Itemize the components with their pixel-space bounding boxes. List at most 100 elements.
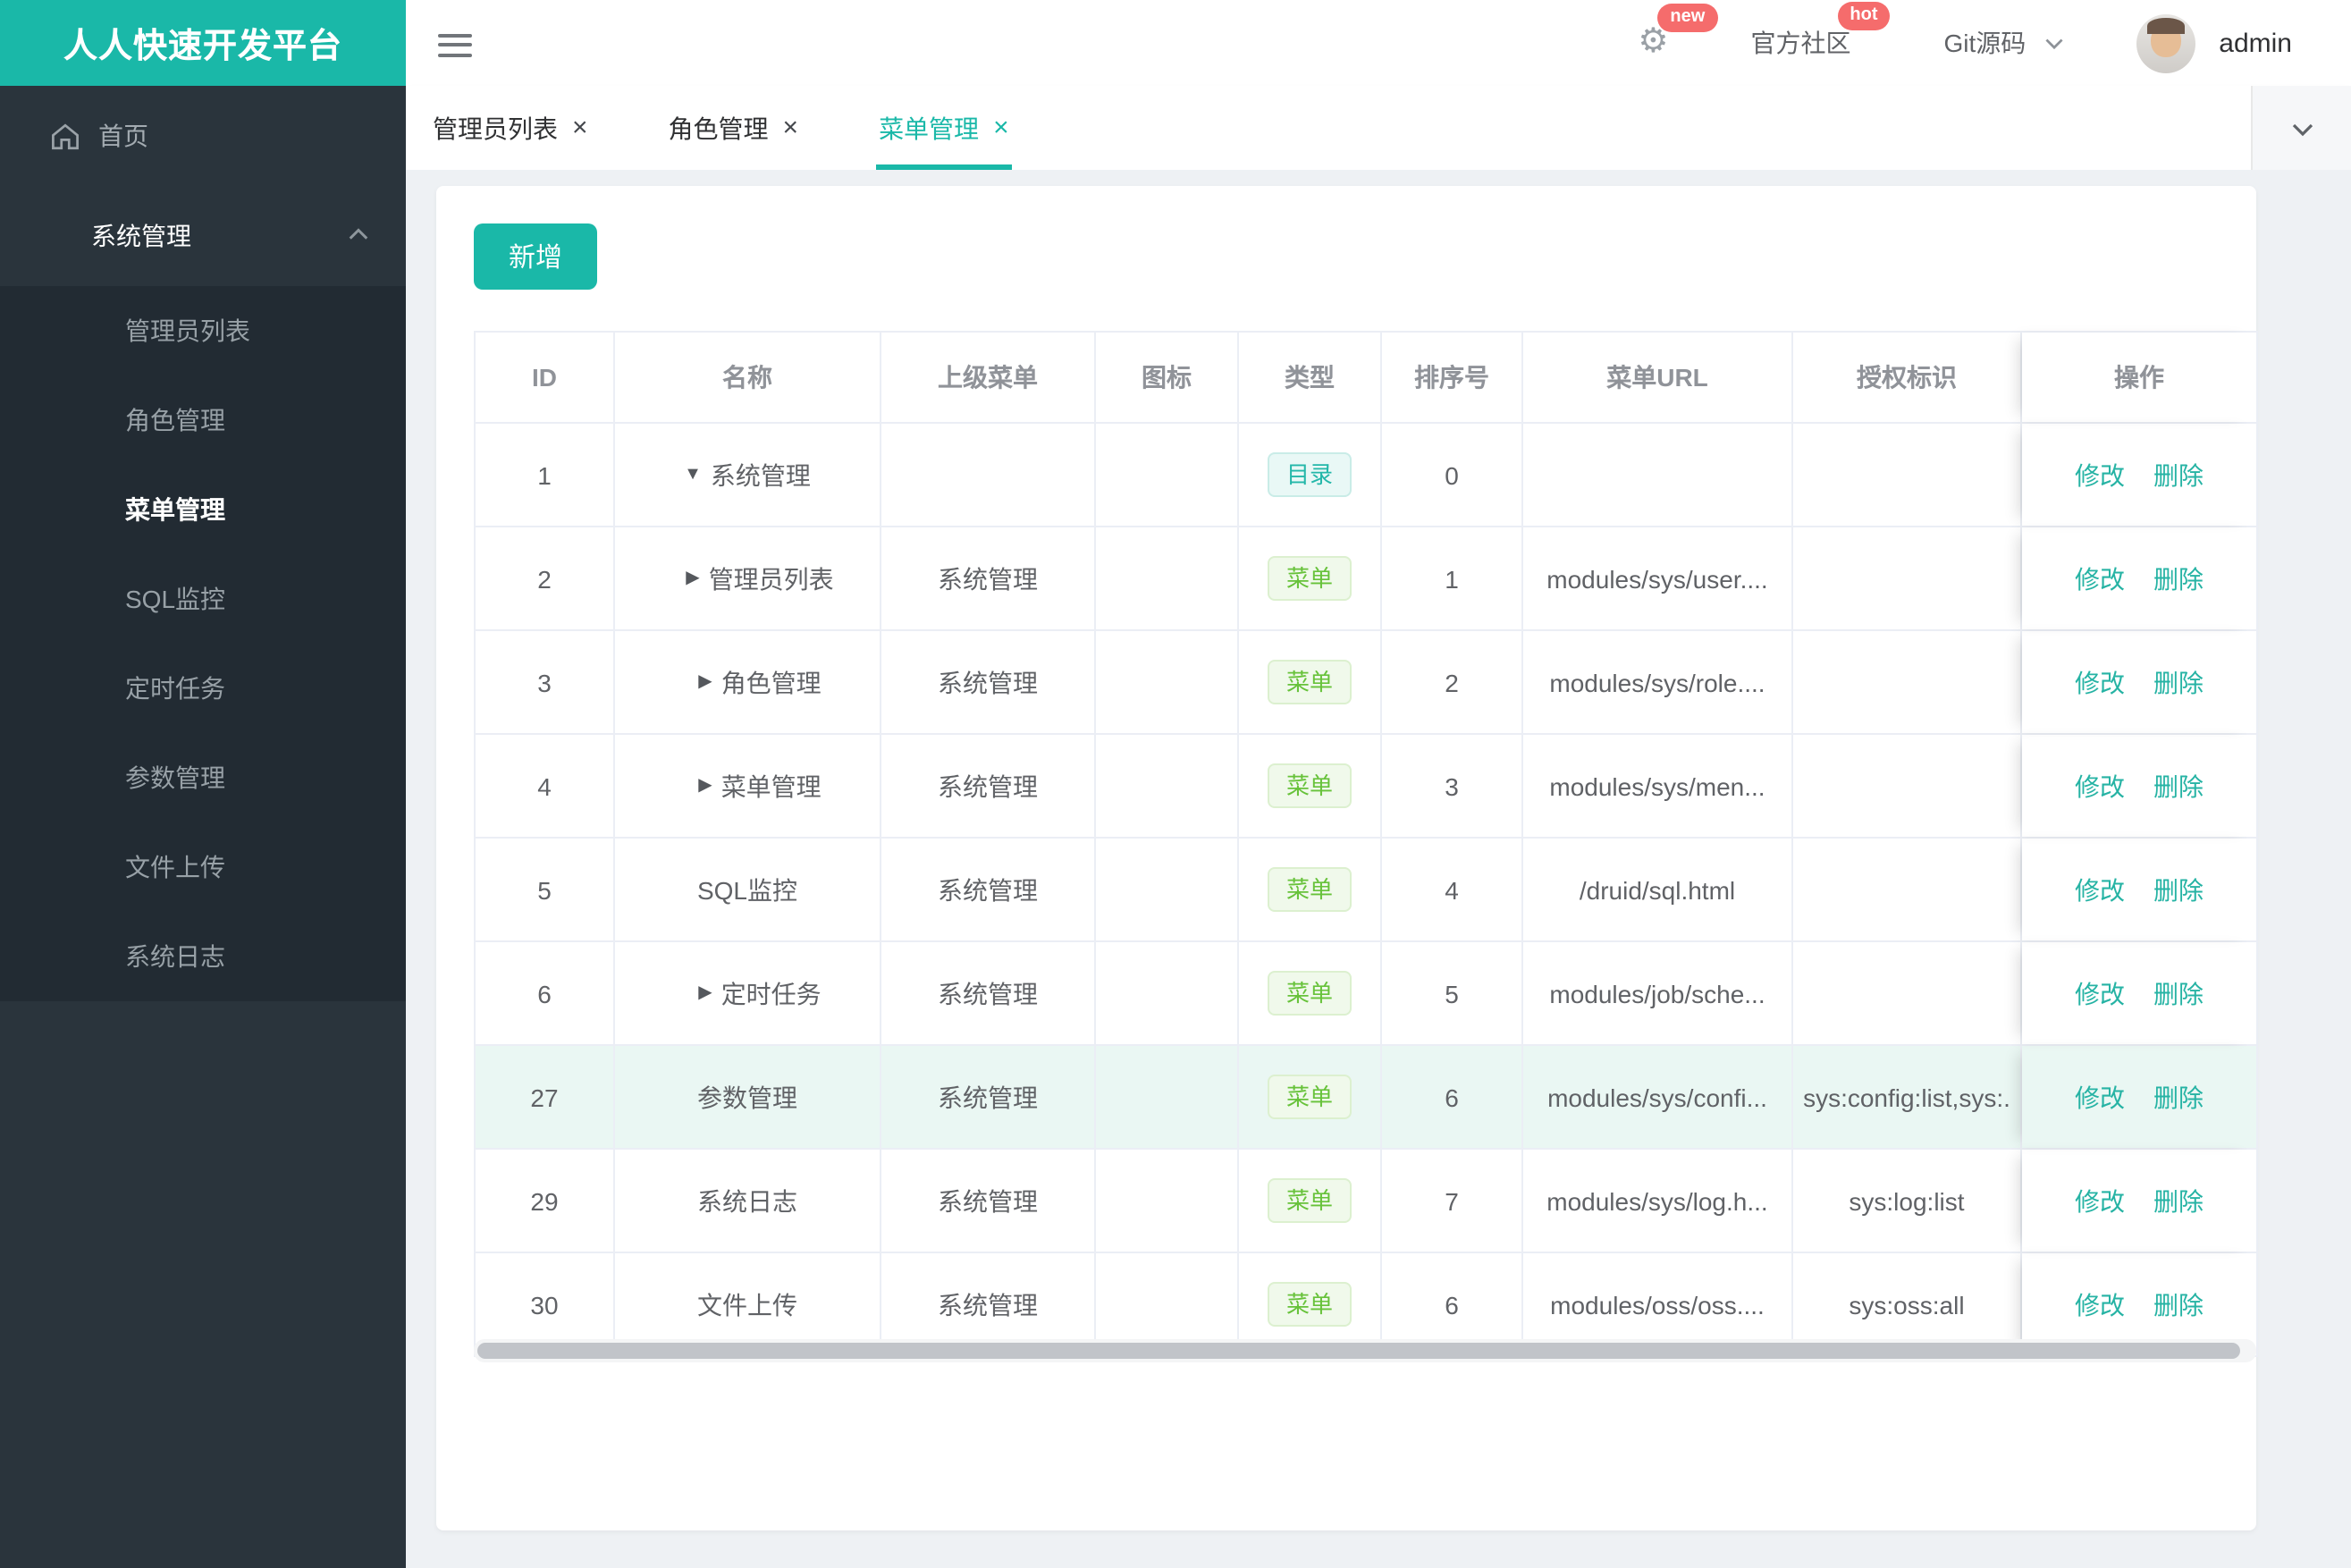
tab-close-icon[interactable]: × — [572, 114, 588, 141]
edit-link[interactable]: 修改 — [2075, 768, 2125, 804]
edit-link[interactable]: 修改 — [2075, 561, 2125, 596]
sidebar-item-6[interactable]: 文件上传 — [0, 822, 406, 912]
tab-2[interactable]: 菜单管理 × — [875, 86, 1013, 170]
cell-name: ▶ 角色管理 — [615, 631, 881, 733]
sidebar-item-home[interactable]: 首页 — [0, 86, 406, 186]
menu-name: 管理员列表 — [708, 564, 834, 593]
sidebar-item-7[interactable]: 系统日志 — [0, 912, 406, 1001]
delete-link[interactable]: 删除 — [2153, 561, 2204, 596]
table-header-row: ID 名称 上级菜单 图标 类型 排序号 菜单URL 授权标识 操作 — [476, 333, 2258, 424]
tree-node: 系统日志 — [697, 1183, 797, 1218]
sidebar: 人人快速开发平台 首页 系统管理 管理员列表 角色管理 菜单管理 SQL监控 定时任务参… — [0, 0, 406, 1568]
sidebar-item-3[interactable]: SQL监控 — [0, 554, 406, 644]
horizontal-scrollbar-thumb[interactable] — [477, 1343, 2240, 1359]
cell-parent: 系统管理 — [881, 839, 1096, 940]
username[interactable]: admin — [2219, 28, 2292, 58]
table-row[interactable]: 29 系统日志 系统管理 菜单 7 modules/sys/log.h... sys:log… — [476, 1150, 2258, 1253]
delete-link[interactable]: 删除 — [2153, 768, 2204, 804]
type-tag: 菜单 — [1268, 866, 1351, 913]
tree-expand-icon[interactable]: ▶ — [698, 983, 712, 1003]
cell-parent: 系统管理 — [881, 631, 1096, 733]
settings-button[interactable]: ⚙ new — [1638, 4, 1718, 61]
column-header-name: 名称 — [615, 333, 881, 422]
edit-link[interactable]: 修改 — [2075, 457, 2125, 493]
tree-node: SQL监控 — [697, 872, 797, 907]
cell-ops: 修改 删除 — [2022, 839, 2258, 940]
delete-link[interactable]: 删除 — [2153, 872, 2204, 907]
tree-expand-icon[interactable]: ▶ — [698, 672, 712, 692]
sidebar-group-system[interactable]: 系统管理 — [0, 186, 406, 286]
edit-link[interactable]: 修改 — [2075, 664, 2125, 700]
tab-close-icon[interactable]: × — [993, 114, 1009, 141]
community-link[interactable]: 官方社区 hot — [1751, 2, 1891, 61]
cell-order: 5 — [1382, 942, 1523, 1044]
cell-icon — [1096, 1150, 1239, 1252]
tree-node: 文件上传 — [697, 1286, 797, 1322]
sidebar-item-1[interactable]: 角色管理 — [0, 375, 406, 465]
table-row[interactable]: 2 ▶ 管理员列表 系统管理 菜单 1 modules/sys/user.... 修改 删除 — [476, 527, 2258, 631]
delete-link[interactable]: 删除 — [2153, 1079, 2204, 1115]
content-area: 新增 ID 名称 上级菜单 图标 类型 排序号 菜单URL 授权标识 操作 1 ▼ 系统管理 目录 0 修改… — [406, 170, 2351, 1568]
git-source-link[interactable]: Git源码 — [1944, 25, 2027, 61]
sidebar-submenu: 管理员列表 角色管理 菜单管理 SQL监控 定时任务 参数管理 文件上传 系统日志 — [0, 286, 406, 1001]
sidebar-toggle-button[interactable] — [438, 27, 472, 63]
edit-link[interactable]: 修改 — [2075, 1286, 2125, 1322]
edit-link[interactable]: 修改 — [2075, 1183, 2125, 1218]
edit-link[interactable]: 修改 — [2075, 1079, 2125, 1115]
chevron-down-icon[interactable] — [2043, 32, 2065, 54]
cell-url: /druid/sql.html — [1523, 839, 1793, 940]
cell-type: 菜单 — [1239, 839, 1382, 940]
sidebar-item-2[interactable]: 菜单管理 — [0, 465, 406, 554]
edit-link[interactable]: 修改 — [2075, 975, 2125, 1011]
column-header-type: 类型 — [1239, 333, 1382, 422]
type-tag: 菜单 — [1268, 763, 1351, 809]
cell-type: 菜单 — [1239, 1150, 1382, 1252]
tabs-menu-button[interactable] — [2251, 86, 2351, 170]
cell-order: 1 — [1382, 527, 1523, 629]
add-button[interactable]: 新增 — [474, 223, 597, 290]
table-row[interactable]: 27 参数管理 系统管理 菜单 6 modules/sys/confi... sys:con… — [476, 1046, 2258, 1150]
delete-link[interactable]: 删除 — [2153, 664, 2204, 700]
tree-collapse-icon[interactable]: ▼ — [684, 465, 702, 485]
tree-expand-icon[interactable]: ▶ — [686, 569, 699, 588]
tab-label: 菜单管理 — [879, 114, 980, 142]
table-row[interactable]: 6 ▶ 定时任务 系统管理 菜单 5 modules/job/sche... 修改 删除 — [476, 942, 2258, 1046]
cell-type: 菜单 — [1239, 735, 1382, 837]
table-row[interactable]: 5 SQL监控 系统管理 菜单 4/druid/sql.html 修改 删除 — [476, 839, 2258, 942]
cell-icon — [1096, 1046, 1239, 1148]
tree-expand-icon[interactable]: ▶ — [698, 776, 712, 796]
tab-1[interactable]: 角色管理 × — [669, 86, 799, 170]
cell-name: ▼ 系统管理 — [615, 424, 881, 526]
chevron-up-icon — [349, 228, 368, 240]
menu-name: 菜单管理 — [720, 771, 822, 800]
cell-name: ▶ 定时任务 — [615, 942, 881, 1044]
delete-link[interactable]: 删除 — [2153, 1286, 2204, 1322]
app: 人人快速开发平台 首页 系统管理 管理员列表 角色管理 菜单管理 SQL监控 定时任务参… — [0, 0, 2351, 1568]
edit-link[interactable]: 修改 — [2075, 872, 2125, 907]
cell-ops: 修改 删除 — [2022, 424, 2258, 526]
cell-type: 菜单 — [1239, 527, 1382, 629]
delete-link[interactable]: 删除 — [2153, 457, 2204, 493]
menu-table: ID 名称 上级菜单 图标 类型 排序号 菜单URL 授权标识 操作 1 ▼ 系统管理 目录 0 修改 删除 2… — [474, 331, 2258, 1357]
tree-node: ▶ 定时任务 — [673, 975, 821, 1011]
sidebar-item-0[interactable]: 管理员列表 — [0, 286, 406, 375]
tab-0[interactable]: 管理员列表 × — [433, 86, 588, 170]
cell-order: 6 — [1382, 1046, 1523, 1148]
home-icon — [52, 122, 79, 149]
sidebar-item-4[interactable]: 定时任务 — [0, 644, 406, 733]
delete-link[interactable]: 删除 — [2153, 1183, 2204, 1218]
table-row[interactable]: 1 ▼ 系统管理 目录 0 修改 删除 — [476, 424, 2258, 527]
open-tabs: 管理员列表 × 角色管理 × 菜单管理 × — [406, 86, 2351, 170]
delete-link[interactable]: 删除 — [2153, 975, 2204, 1011]
avatar[interactable] — [2136, 13, 2196, 72]
cell-id: 29 — [476, 1150, 615, 1252]
type-tag: 菜单 — [1268, 659, 1351, 705]
table-row[interactable]: 3 ▶ 角色管理 系统管理 菜单 2 modules/sys/role.... 修改 删除 — [476, 631, 2258, 735]
column-header-perms: 授权标识 — [1793, 333, 2022, 422]
table-row[interactable]: 4 ▶ 菜单管理 系统管理 菜单 3 modules/sys/men... 修改 删除 — [476, 735, 2258, 839]
sidebar-item-5[interactable]: 参数管理 — [0, 733, 406, 822]
cell-perms — [1793, 424, 2022, 526]
tab-close-icon[interactable]: × — [783, 114, 799, 141]
cell-ops: 修改 删除 — [2022, 735, 2258, 837]
cell-icon — [1096, 631, 1239, 733]
